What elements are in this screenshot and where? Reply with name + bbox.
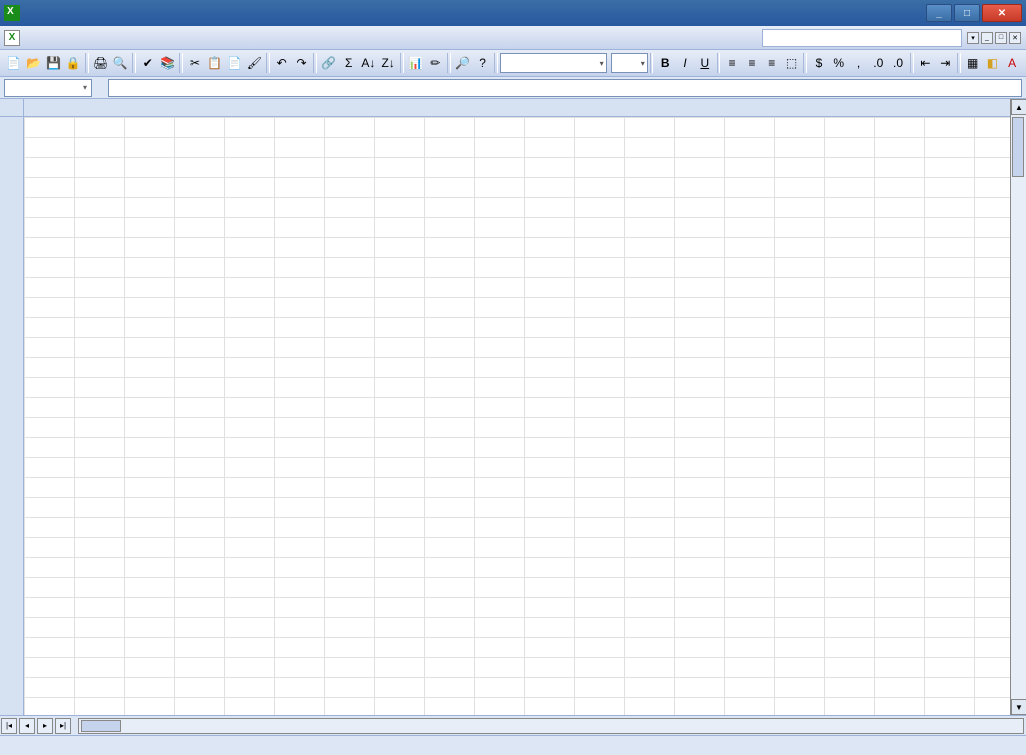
cut-button[interactable]: ✂ <box>186 52 204 74</box>
currency-button[interactable]: $ <box>810 52 828 74</box>
spreadsheet-grid: ▲ ▼ <box>0 99 1026 715</box>
fill-color-button[interactable]: ◧ <box>984 52 1002 74</box>
select-all-corner[interactable] <box>0 99 24 117</box>
align-left-button[interactable]: ≡ <box>723 52 741 74</box>
autosum-button[interactable]: Σ <box>340 52 358 74</box>
align-right-button[interactable]: ≡ <box>763 52 781 74</box>
decrease-decimal-button[interactable]: .0 <box>889 52 907 74</box>
increase-indent-button[interactable]: ⇥ <box>936 52 954 74</box>
paste-button[interactable]: 📄 <box>226 52 244 74</box>
preview-button[interactable]: 🔍 <box>112 52 130 74</box>
document-icon[interactable]: X <box>4 30 20 46</box>
format-painter-button[interactable]: 🖌 <box>245 52 263 74</box>
help-button[interactable]: ? <box>474 52 492 74</box>
italic-button[interactable]: I <box>676 52 694 74</box>
close-button[interactable]: ✕ <box>982 4 1022 22</box>
name-box[interactable]: ▾ <box>4 79 92 97</box>
decrease-indent-button[interactable]: ⇤ <box>917 52 935 74</box>
title-bar: _ □ ✕ <box>0 0 1026 26</box>
merge-button[interactable]: ⬚ <box>783 52 801 74</box>
formula-bar: ▾ <box>0 77 1026 99</box>
fontsize-combo[interactable]: ▾ <box>611 53 648 73</box>
font-color-button[interactable]: A <box>1003 52 1021 74</box>
research-button[interactable]: 📚 <box>159 52 177 74</box>
cells-area[interactable] <box>24 117 1010 715</box>
doc-close[interactable]: ✕ <box>1009 32 1021 44</box>
tab-next-button[interactable]: ▸ <box>37 718 53 734</box>
scroll-up-button[interactable]: ▲ <box>1011 99 1026 115</box>
status-bar <box>0 735 1026 755</box>
maximize-button[interactable]: □ <box>954 4 980 22</box>
hscroll-thumb[interactable] <box>81 720 121 732</box>
bold-button[interactable]: B <box>656 52 674 74</box>
vertical-scrollbar[interactable]: ▲ ▼ <box>1010 99 1026 715</box>
drawing-button[interactable]: ✏ <box>427 52 445 74</box>
align-center-button[interactable]: ≡ <box>743 52 761 74</box>
tab-last-button[interactable]: ▸| <box>55 718 71 734</box>
horizontal-scrollbar[interactable] <box>78 718 1024 734</box>
print-button[interactable]: 🖨 <box>92 52 110 74</box>
standard-toolbar: 📄 📂 💾 🔒 🖨 🔍 ✔ 📚 ✂ 📋 📄 🖌 ↶ ↷ 🔗 Σ A↓ Z↓ 📊 … <box>0 50 1026 76</box>
chart-button[interactable]: 📊 <box>407 52 425 74</box>
doc-restore[interactable]: □ <box>995 32 1007 44</box>
help-search[interactable] <box>762 29 962 47</box>
excel-icon <box>4 5 20 21</box>
help-dropdown[interactable]: ▾ <box>967 32 979 44</box>
formula-input[interactable] <box>108 79 1022 97</box>
tab-prev-button[interactable]: ◂ <box>19 718 35 734</box>
undo-button[interactable]: ↶ <box>273 52 291 74</box>
underline-button[interactable]: U <box>696 52 714 74</box>
menu-bar: X ▾ _ □ ✕ <box>0 26 1026 50</box>
comma-button[interactable]: , <box>850 52 868 74</box>
open-button[interactable]: 📂 <box>25 52 43 74</box>
toolbar-area: 📄 📂 💾 🔒 🖨 🔍 ✔ 📚 ✂ 📋 📄 🖌 ↶ ↷ 🔗 Σ A↓ Z↓ 📊 … <box>0 50 1026 77</box>
increase-decimal-button[interactable]: .0 <box>869 52 887 74</box>
sort-asc-button[interactable]: A↓ <box>360 52 378 74</box>
hyperlink-button[interactable]: 🔗 <box>320 52 338 74</box>
column-headers[interactable] <box>24 99 1010 117</box>
borders-button[interactable]: ▦ <box>964 52 982 74</box>
vscroll-thumb[interactable] <box>1012 117 1024 177</box>
permission-button[interactable]: 🔒 <box>64 52 82 74</box>
minimize-button[interactable]: _ <box>926 4 952 22</box>
doc-minimize[interactable]: _ <box>981 32 993 44</box>
font-combo[interactable]: ▾ <box>500 53 607 73</box>
redo-button[interactable]: ↷ <box>293 52 311 74</box>
tab-first-button[interactable]: |◂ <box>1 718 17 734</box>
percent-button[interactable]: % <box>830 52 848 74</box>
row-headers[interactable] <box>0 117 24 715</box>
sort-desc-button[interactable]: Z↓ <box>379 52 397 74</box>
zoom-button[interactable]: 🔎 <box>454 52 472 74</box>
spellcheck-button[interactable]: ✔ <box>139 52 157 74</box>
copy-button[interactable]: 📋 <box>206 52 224 74</box>
new-button[interactable]: 📄 <box>5 52 23 74</box>
sheet-tab-bar: |◂ ◂ ▸ ▸| <box>0 715 1026 735</box>
save-button[interactable]: 💾 <box>45 52 63 74</box>
scroll-down-button[interactable]: ▼ <box>1011 699 1026 715</box>
